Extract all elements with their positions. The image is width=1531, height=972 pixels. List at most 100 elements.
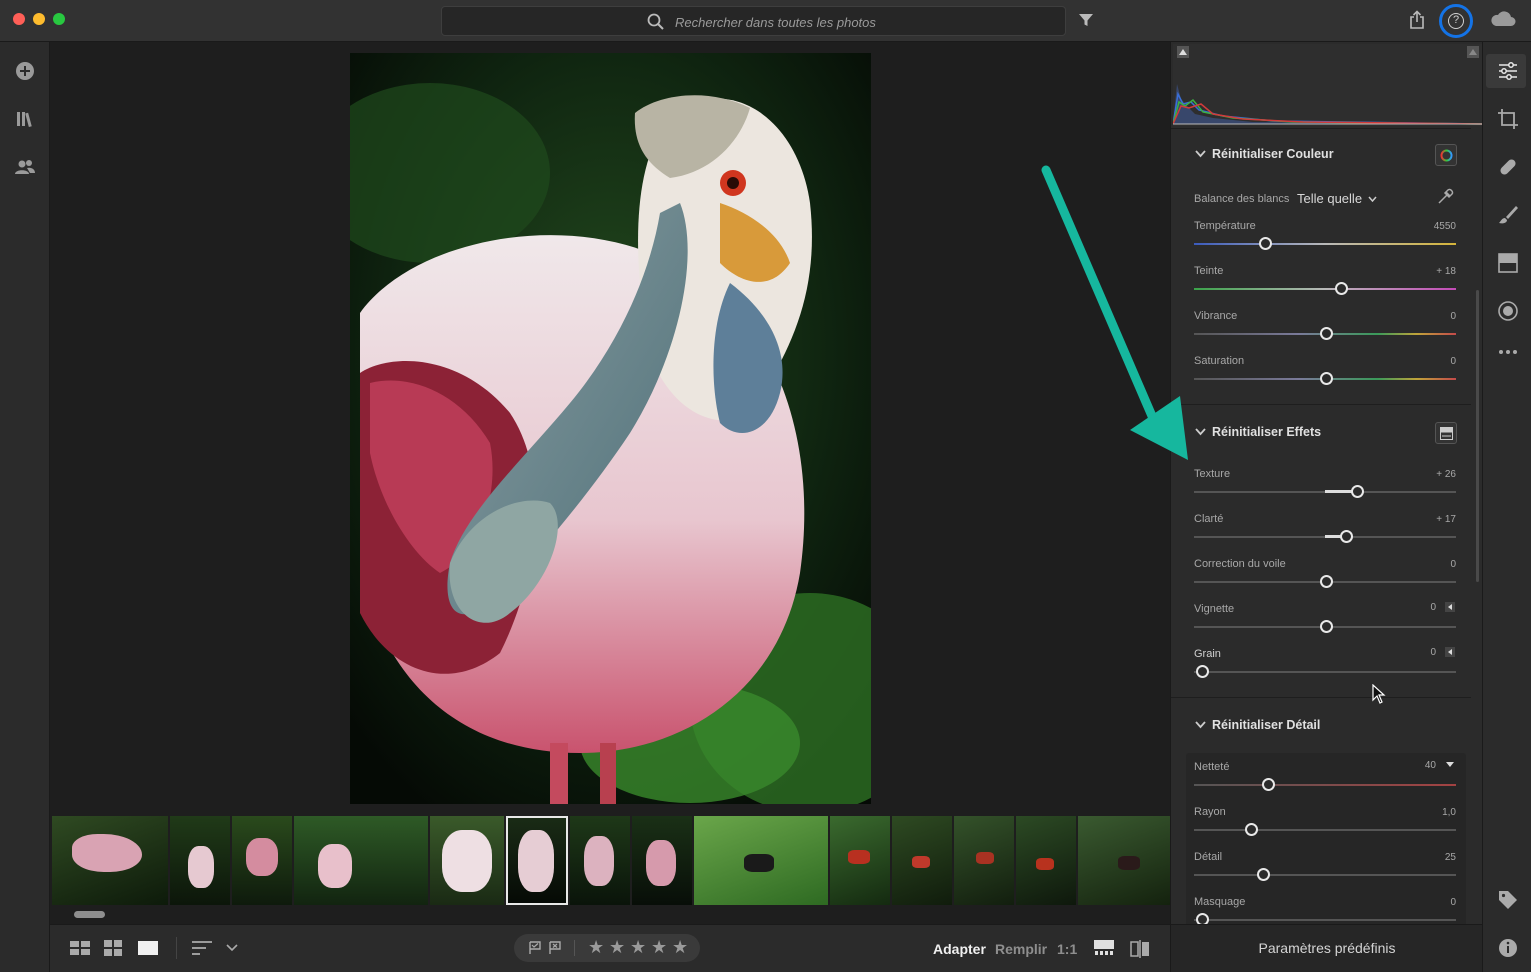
filmstrip-thumbnail[interactable] [232, 816, 292, 905]
filter-icon[interactable] [1078, 12, 1094, 28]
radius-slider[interactable] [1194, 829, 1456, 831]
filmstrip-thumbnail[interactable] [170, 816, 230, 905]
zoom-fit-button[interactable]: Adapter [933, 941, 986, 957]
cloud-icon[interactable] [1490, 10, 1516, 28]
rating-star-2[interactable]: ★ [609, 937, 625, 958]
color-section-title[interactable]: Réinitialiser Couleur [1212, 147, 1334, 161]
detail-value[interactable]: 25 [1445, 852, 1456, 863]
filmstrip-thumbnail[interactable] [954, 816, 1014, 905]
close-window-button[interactable] [13, 13, 25, 25]
filmstrip-thumbnail[interactable] [1078, 816, 1170, 905]
temperature-slider[interactable] [1194, 243, 1456, 245]
chevron-down-icon[interactable] [1195, 150, 1206, 158]
tint-slider[interactable] [1194, 288, 1456, 290]
filmstrip-thumbnail[interactable] [294, 816, 428, 905]
edit-sliders-icon[interactable] [1496, 59, 1520, 83]
panel-scrollbar[interactable] [1476, 290, 1479, 582]
share-icon[interactable] [1408, 10, 1426, 30]
vignette-value[interactable]: 0 [1430, 602, 1436, 613]
rating-star-5[interactable]: ★ [672, 937, 688, 958]
filmstrip-thumbnail-selected[interactable] [506, 816, 568, 905]
presets-button[interactable]: Paramètres prédéfinis [1171, 940, 1482, 956]
chevron-down-icon[interactable] [1368, 196, 1377, 202]
people-icon[interactable] [14, 156, 36, 178]
vibrance-slider-knob[interactable] [1320, 327, 1333, 340]
detail-section-title[interactable]: Réinitialiser Détail [1212, 718, 1320, 732]
brush-icon[interactable] [1496, 203, 1520, 227]
detail-slider-knob[interactable] [1257, 868, 1270, 881]
filmstrip-thumbnail[interactable] [430, 816, 504, 905]
filmstrip-thumbnail[interactable] [632, 816, 692, 905]
compare-view-icon[interactable] [1130, 940, 1150, 958]
filmstrip-thumbnail[interactable] [892, 816, 952, 905]
effects-section-title[interactable]: Réinitialiser Effets [1212, 425, 1321, 439]
texture-value[interactable]: + 26 [1436, 469, 1456, 480]
radius-value[interactable]: 1,0 [1442, 807, 1456, 818]
dehaze-value[interactable]: 0 [1450, 559, 1456, 570]
filmstrip-thumbnail[interactable] [570, 816, 630, 905]
zoom-1-1-button[interactable]: 1:1 [1057, 941, 1077, 957]
shadow-clipping-icon[interactable] [1177, 46, 1189, 58]
sharpening-slider-knob[interactable] [1262, 778, 1275, 791]
filmstrip-scrollbar[interactable] [54, 910, 1166, 918]
sort-icon[interactable] [192, 940, 212, 956]
square-grid-view-icon[interactable] [104, 940, 122, 956]
filmstrip-thumbnail[interactable] [694, 816, 828, 905]
vignette-slider-knob[interactable] [1320, 620, 1333, 633]
saturation-value[interactable]: 0 [1450, 356, 1456, 367]
filmstrip-thumbnail[interactable] [830, 816, 890, 905]
chevron-down-icon[interactable] [226, 944, 238, 952]
rating-star-3[interactable]: ★ [630, 937, 646, 958]
linear-gradient-icon[interactable] [1496, 251, 1520, 275]
chevron-down-icon[interactable] [1195, 721, 1206, 729]
crop-icon[interactable] [1496, 107, 1520, 131]
eyedropper-icon[interactable] [1436, 188, 1454, 206]
masking-value[interactable]: 0 [1450, 897, 1456, 908]
detail-view-icon[interactable] [138, 940, 158, 956]
search-field[interactable]: Rechercher dans toutes les photos [441, 6, 1066, 36]
more-options-icon[interactable] [1496, 340, 1520, 364]
temperature-value[interactable]: 4550 [1434, 221, 1456, 232]
tint-value[interactable]: + 18 [1436, 266, 1456, 277]
grain-slider-knob[interactable] [1196, 665, 1209, 678]
saturation-slider-knob[interactable] [1320, 372, 1333, 385]
rating-star-4[interactable]: ★ [651, 937, 667, 958]
add-photos-icon[interactable] [14, 60, 36, 82]
detail-slider[interactable] [1194, 874, 1456, 876]
expand-caret-icon[interactable] [1445, 602, 1455, 612]
main-photo[interactable] [350, 53, 871, 804]
tint-slider-knob[interactable] [1335, 282, 1348, 295]
library-icon[interactable] [14, 108, 36, 130]
presets-bar[interactable]: Paramètres prédéfinis [1171, 924, 1482, 972]
filmstrip-toggle-icon[interactable] [1094, 940, 1114, 956]
grain-value[interactable]: 0 [1430, 647, 1436, 658]
masking-slider[interactable] [1194, 919, 1456, 921]
filmstrip-thumbnail[interactable] [52, 816, 168, 905]
expand-caret-icon[interactable] [1445, 647, 1455, 657]
texture-slider-knob[interactable] [1351, 485, 1364, 498]
radius-slider-knob[interactable] [1245, 823, 1258, 836]
minimize-window-button[interactable] [33, 13, 45, 25]
zoom-fill-button[interactable]: Remplir [995, 941, 1047, 957]
radial-gradient-icon[interactable] [1496, 299, 1520, 323]
reject-flag-icon[interactable] [548, 941, 562, 955]
healing-brush-icon[interactable] [1496, 155, 1520, 179]
help-icon[interactable]: ? [1439, 4, 1473, 38]
grain-slider[interactable] [1194, 671, 1456, 673]
dehaze-slider-knob[interactable] [1320, 575, 1333, 588]
vibrance-value[interactable]: 0 [1450, 311, 1456, 322]
photo-grid-view-icon[interactable] [70, 940, 90, 956]
rating-star-1[interactable]: ★ [588, 937, 604, 958]
sharpening-slider[interactable] [1194, 784, 1456, 786]
filmstrip-thumbnail[interactable] [1016, 816, 1076, 905]
white-balance-dropdown[interactable]: Telle quelle [1297, 191, 1362, 206]
chevron-down-icon[interactable] [1445, 761, 1455, 769]
clarity-value[interactable]: + 17 [1436, 514, 1456, 525]
sharpening-value[interactable]: 40 [1425, 760, 1436, 771]
temperature-slider-knob[interactable] [1259, 237, 1272, 250]
zoom-window-button[interactable] [53, 13, 65, 25]
color-mixer-button[interactable] [1435, 144, 1457, 166]
effects-panel-button[interactable] [1435, 422, 1457, 444]
highlight-clipping-icon[interactable] [1467, 46, 1479, 58]
pick-flag-icon[interactable] [528, 941, 542, 955]
